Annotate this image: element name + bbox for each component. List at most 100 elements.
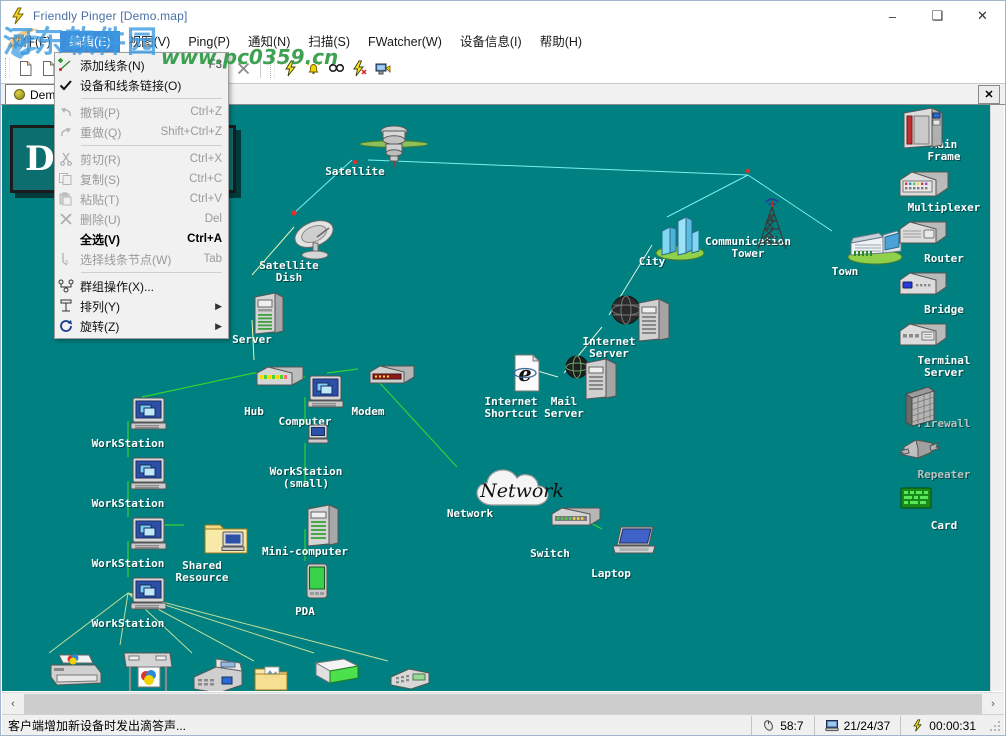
- map-node[interactable]: WorkStation (small): [258, 423, 354, 490]
- menu-item-shortcut: Del: [204, 213, 222, 225]
- menu-scan[interactable]: 扫描(S): [299, 31, 359, 53]
- palette-item-multiplexer[interactable]: Multiplexer: [898, 168, 990, 214]
- menu-item-shortcut: Shift+Ctrl+Z: [160, 126, 222, 138]
- menu-item-label: 设备和线条链接(O): [80, 78, 182, 93]
- menu-item-shortcut: Ctrl+V: [189, 193, 222, 205]
- menu-notify[interactable]: 通知(N): [239, 31, 299, 53]
- menu-group-operations[interactable]: 群组操作(X)...: [55, 276, 228, 296]
- palette-item-bridge[interactable]: Bridge: [898, 270, 990, 316]
- palette-item-firewall[interactable]: Firewall: [898, 384, 990, 430]
- palette-item-main-frame[interactable]: Main Frame: [898, 105, 990, 163]
- map-node[interactable]: City: [604, 213, 705, 268]
- edit-dropdown-menu[interactable]: 添加线条(N) F3 设备和线条链接(O) 撤销(P) Ctrl+Z 重做(Q) Shift…: [54, 52, 229, 339]
- horizontal-scrollbar[interactable]: ‹ ›: [2, 692, 1004, 714]
- map-node[interactable]: Satellite: [307, 123, 429, 178]
- menu-cut: 剪切(R) Ctrl+X: [55, 149, 228, 169]
- map-node[interactable]: [339, 663, 435, 691]
- app-lightning-icon: [9, 7, 27, 25]
- map-node[interactable]: Town: [797, 223, 903, 278]
- maximize-button[interactable]: ❑: [915, 1, 960, 31]
- menu-device-info[interactable]: 设备信息(I): [451, 31, 531, 53]
- menu-ping[interactable]: Ping(P): [179, 31, 239, 53]
- menu-item-label: 复制(S): [80, 172, 120, 187]
- palette-item-repeater[interactable]: Repeater: [898, 435, 990, 481]
- map-node[interactable]: WorkStation: [80, 575, 176, 630]
- menu-bar: 文件(F) 编辑(E) 视图(V) Ping(P) 通知(N) 扫描(S) FWatcher…: [1, 31, 1005, 53]
- title-bar: Friendly Pinger [Demo.map] – ❑ ✕: [1, 1, 1005, 31]
- menu-copy: 复制(S) Ctrl+C: [55, 169, 228, 189]
- status-device-count: 21/24/37: [813, 715, 901, 735]
- menu-view[interactable]: 视图(V): [120, 31, 180, 53]
- align-icon: [55, 297, 77, 315]
- menu-item-label: 选择线条节点(W): [80, 252, 172, 267]
- map-node[interactable]: Satellite Dish: [241, 217, 337, 284]
- menu-separator: [81, 145, 222, 146]
- menu-select-all[interactable]: 全选(V) Ctrl+A: [55, 229, 228, 249]
- menu-add-line[interactable]: 添加线条(N) F3: [55, 55, 228, 75]
- new-file-icon[interactable]: [14, 57, 37, 80]
- scroll-left-arrow[interactable]: ‹: [2, 694, 24, 714]
- status-elapsed-time: 00:00:31: [900, 715, 986, 735]
- remote-icon[interactable]: [371, 57, 394, 80]
- menu-link-device-line[interactable]: 设备和线条链接(O): [55, 75, 228, 95]
- menu-item-label: 旋转(Z): [80, 319, 120, 334]
- menu-fwatcher[interactable]: FWatcher(W): [359, 31, 451, 53]
- find-icon[interactable]: [325, 57, 348, 80]
- toolbar-grip[interactable]: [5, 58, 10, 78]
- menu-item-label: 群组操作(X)...: [80, 279, 154, 294]
- window-controls: – ❑ ✕: [870, 1, 1005, 31]
- minimize-button[interactable]: –: [870, 1, 915, 31]
- ping-icon[interactable]: [279, 57, 302, 80]
- menu-rotate[interactable]: 旋转(Z) ▶: [55, 316, 228, 336]
- menu-item-label: 添加线条(N): [80, 58, 145, 73]
- palette-item-card[interactable]: Card: [898, 486, 990, 532]
- map-node[interactable]: e Internet Shortcut: [463, 353, 559, 420]
- palette-item-label: Terminal Server: [917, 354, 971, 379]
- rotate-icon: [55, 317, 77, 335]
- horizontal-scroll-thumb[interactable]: [24, 693, 982, 714]
- close-document-button[interactable]: ✕: [978, 84, 1000, 104]
- palette-item-label: Router: [924, 252, 964, 265]
- map-node-label: Internet Shortcut: [484, 395, 538, 420]
- map-node[interactable]: WorkStation: [80, 395, 176, 450]
- menu-file[interactable]: 文件(F): [1, 31, 60, 53]
- no-icon: [55, 230, 77, 248]
- map-node-label: Shared Resource: [175, 559, 229, 584]
- resize-grip[interactable]: [988, 719, 1002, 733]
- map-node[interactable]: WorkStation: [80, 455, 176, 510]
- map-node[interactable]: Modem: [320, 363, 416, 418]
- alert-bell-icon[interactable]: [302, 57, 325, 80]
- map-node[interactable]: Mini-computer: [257, 503, 353, 558]
- menu-arrange[interactable]: 排列(Y) ▶: [55, 296, 228, 316]
- map-node-label: PDA: [295, 605, 315, 618]
- menu-edit[interactable]: 编辑(E): [59, 31, 120, 53]
- delete-icon[interactable]: [232, 57, 255, 80]
- menu-help[interactable]: 帮助(H): [531, 31, 591, 53]
- map-node[interactable]: Shared Resource: [154, 517, 250, 584]
- close-button[interactable]: ✕: [960, 1, 1005, 31]
- map-node[interactable]: Internet Server: [561, 293, 670, 360]
- menu-item-label: 粘贴(T): [80, 192, 120, 207]
- canvas-vertical-scrollbar[interactable]: [990, 105, 1004, 691]
- menu-item-shortcut: F3: [208, 59, 222, 71]
- map-node-label: Modem: [351, 405, 385, 418]
- toolbar-grip-2[interactable]: [270, 58, 275, 78]
- group-icon: [55, 277, 77, 295]
- map-node[interactable]: Communication Tower: [700, 193, 796, 260]
- map-node[interactable]: Laptop: [563, 525, 659, 580]
- map-node[interactable]: PDA: [257, 563, 353, 618]
- palette-item-router[interactable]: Router: [898, 219, 990, 265]
- scan-icon[interactable]: [348, 57, 371, 80]
- map-node-label: WorkStation: [91, 617, 165, 630]
- map-node-label: Satellite Dish: [259, 259, 319, 284]
- menu-paste: 粘贴(T) Ctrl+V: [55, 189, 228, 209]
- toolbar-separator-2: [260, 58, 261, 78]
- scroll-right-arrow[interactable]: ›: [982, 694, 1004, 714]
- status-message: 客户端增加新设备时发出滴答声...: [8, 719, 187, 733]
- submenu-arrow-icon: ▶: [215, 320, 222, 331]
- status-coords: 58:7: [751, 715, 813, 735]
- palette-item-terminal-server[interactable]: Terminal Server: [898, 321, 990, 379]
- add-line-icon: [55, 56, 77, 74]
- menu-item-label: 删除(U): [80, 212, 121, 227]
- window-title: Friendly Pinger [Demo.map]: [33, 9, 188, 23]
